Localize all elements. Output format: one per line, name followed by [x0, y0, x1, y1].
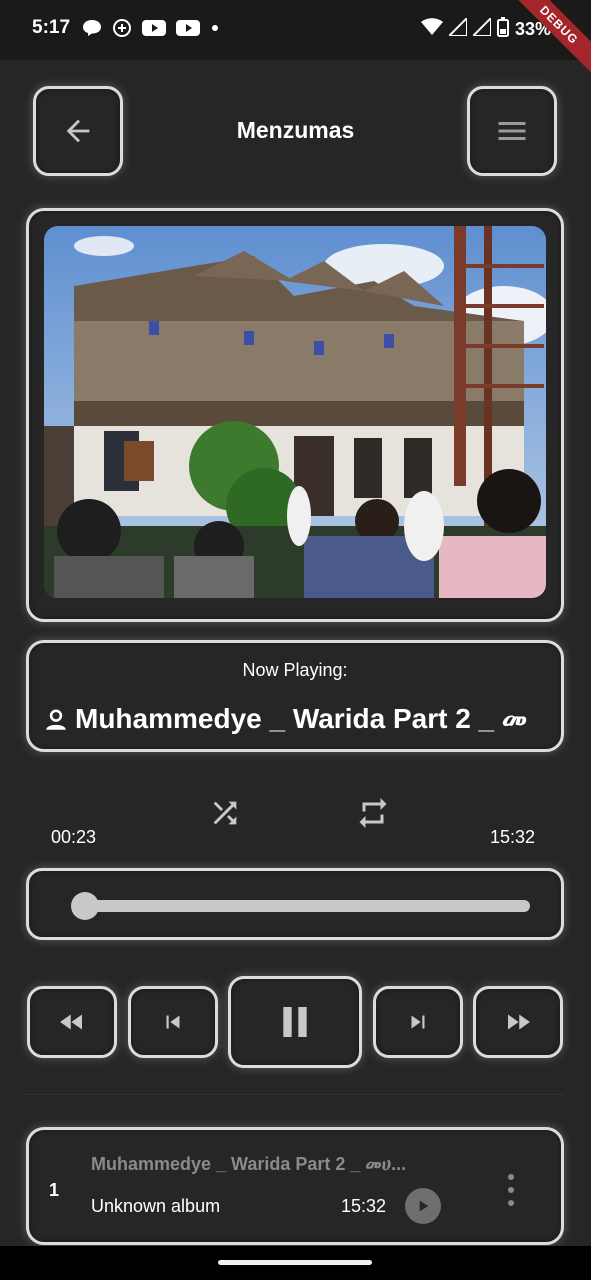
- building-photo: [44, 226, 546, 598]
- play-icon: [419, 1200, 429, 1212]
- navigation-bar: [0, 1246, 591, 1280]
- battery-icon: [496, 17, 509, 42]
- dot-icon: [508, 1187, 514, 1193]
- pause-button[interactable]: [228, 976, 362, 1068]
- skip-previous-button[interactable]: [128, 986, 218, 1058]
- now-playing-label: Now Playing:: [242, 660, 348, 680]
- shuffle-button[interactable]: [205, 793, 245, 833]
- rewind-icon: [60, 1014, 82, 1030]
- status-right: 33%: [420, 15, 551, 42]
- shuffle-icon: [213, 801, 237, 825]
- skip-next-icon: [411, 1015, 425, 1029]
- fast-forward-button[interactable]: [473, 986, 563, 1058]
- divider: [26, 1094, 564, 1095]
- queue-item-index: 1: [49, 1180, 60, 1200]
- seek-bar-card: [26, 868, 564, 940]
- more-options-button[interactable]: [501, 1170, 521, 1210]
- youtube-icon: [176, 19, 200, 37]
- repeat-button[interactable]: [353, 793, 393, 833]
- hamburger-menu-icon: [498, 122, 526, 140]
- menu-button[interactable]: [467, 86, 557, 176]
- current-position: 00:23: [51, 827, 97, 847]
- repeat-icon: [359, 798, 387, 828]
- notification-icons: [82, 18, 220, 38]
- now-playing-card: Now Playing: Muhammedye _ Warida Part 2 …: [26, 640, 564, 752]
- rewind-button[interactable]: [27, 986, 117, 1058]
- now-playing-title-row: Muhammedye _ Warida Part 2 _ መ: [43, 703, 527, 736]
- person-icon: [46, 708, 66, 730]
- signal-icon: [446, 15, 468, 41]
- pause-icon: [283, 1007, 307, 1037]
- queue-item-play-button[interactable]: [405, 1188, 441, 1224]
- queue-item[interactable]: 1 Muhammedye _ Warida Part 2 _ መሀ... Unk…: [26, 1127, 564, 1245]
- album-art-card: [26, 208, 564, 622]
- status-time: 5:17: [32, 17, 71, 38]
- dot-icon: [508, 1200, 514, 1206]
- signal-icon: [470, 15, 492, 41]
- dot-icon: [210, 23, 220, 33]
- add-circle-icon: [112, 18, 132, 38]
- home-handle[interactable]: [218, 1260, 372, 1265]
- chat-icon: [82, 18, 102, 38]
- now-playing-title: Muhammedye _ Warida Part 2 _ መ: [75, 703, 528, 734]
- skip-next-button[interactable]: [373, 986, 463, 1058]
- queue-item-duration: 15:32: [341, 1196, 387, 1216]
- status-bar: 5:17 33% DEBUG: [0, 0, 591, 83]
- queue-item-title: Muhammedye _ Warida Part 2 _ መሀ...: [91, 1154, 407, 1174]
- youtube-icon: [142, 19, 166, 37]
- seek-track[interactable]: [71, 892, 530, 920]
- queue-item-album: Unknown album: [91, 1196, 221, 1216]
- album-art-image: [44, 226, 546, 598]
- seek-thumb[interactable]: [71, 892, 100, 920]
- total-duration: 15:32: [490, 827, 536, 847]
- wifi-icon: [420, 18, 443, 41]
- fast-forward-icon: [508, 1014, 530, 1030]
- skip-previous-icon: [166, 1015, 180, 1029]
- dot-icon: [508, 1174, 514, 1180]
